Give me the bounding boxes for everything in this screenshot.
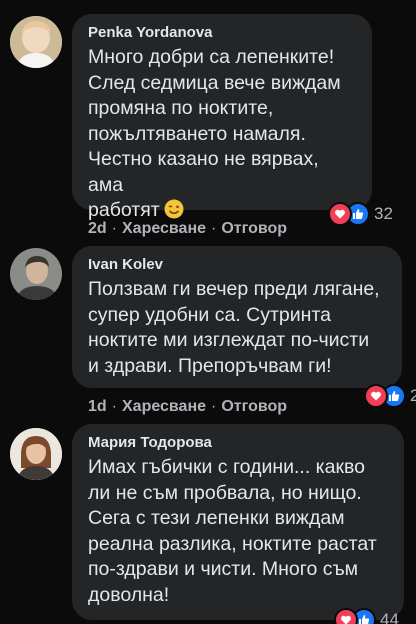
- reactions[interactable]: 21: [364, 382, 416, 410]
- separator: ·: [111, 398, 117, 415]
- comment-bubble: Penka Yordanova Много добри са лепенките…: [72, 14, 372, 221]
- avatar[interactable]: [10, 428, 62, 480]
- reaction-count: 32: [374, 204, 393, 223]
- like-link[interactable]: Харесване: [122, 398, 206, 416]
- reaction-count: 21: [410, 386, 416, 405]
- reactions[interactable]: 44: [334, 606, 399, 624]
- avatar[interactable]: [10, 248, 62, 300]
- heart-reaction-icon: [334, 608, 358, 624]
- comment-meta: 1d · Харесване · Отговор: [88, 398, 287, 416]
- reaction-count: 44: [380, 610, 399, 624]
- comment-time[interactable]: 1d: [88, 398, 107, 416]
- comment-bubble: Мария Тодорова Имах гъбички с години... …: [72, 424, 404, 620]
- comment-author[interactable]: Penka Yordanova: [88, 23, 358, 43]
- separator: ·: [211, 398, 217, 415]
- heart-reaction-icon: [364, 384, 388, 408]
- reactions[interactable]: 32: [328, 200, 393, 228]
- comment-author[interactable]: Ivan Kolev: [88, 255, 388, 275]
- comment-text: Ползвам ги вечер преди лягане, супер удо…: [88, 278, 380, 377]
- comment-meta: 2d · Харесване · Отговор: [88, 220, 287, 238]
- heart-reaction-icon: [328, 202, 352, 226]
- comment-author[interactable]: Мария Тодорова: [88, 433, 390, 453]
- reply-link[interactable]: Отговор: [221, 220, 287, 238]
- separator: ·: [211, 220, 217, 237]
- comment-bubble: Ivan Kolev Ползвам ги вечер преди лягане…: [72, 246, 402, 388]
- comment-time[interactable]: 2d: [88, 220, 107, 238]
- comment-text: Много добри са лепенките! След седмица в…: [88, 46, 341, 221]
- separator: ·: [111, 220, 117, 237]
- avatar[interactable]: [10, 16, 62, 68]
- like-link[interactable]: Харесване: [122, 220, 206, 238]
- smiling-face-emoji-icon: [164, 199, 184, 219]
- comment-text: Имах гъбички с години... какво ли не съм…: [88, 456, 377, 606]
- reply-link[interactable]: Отговор: [221, 398, 287, 416]
